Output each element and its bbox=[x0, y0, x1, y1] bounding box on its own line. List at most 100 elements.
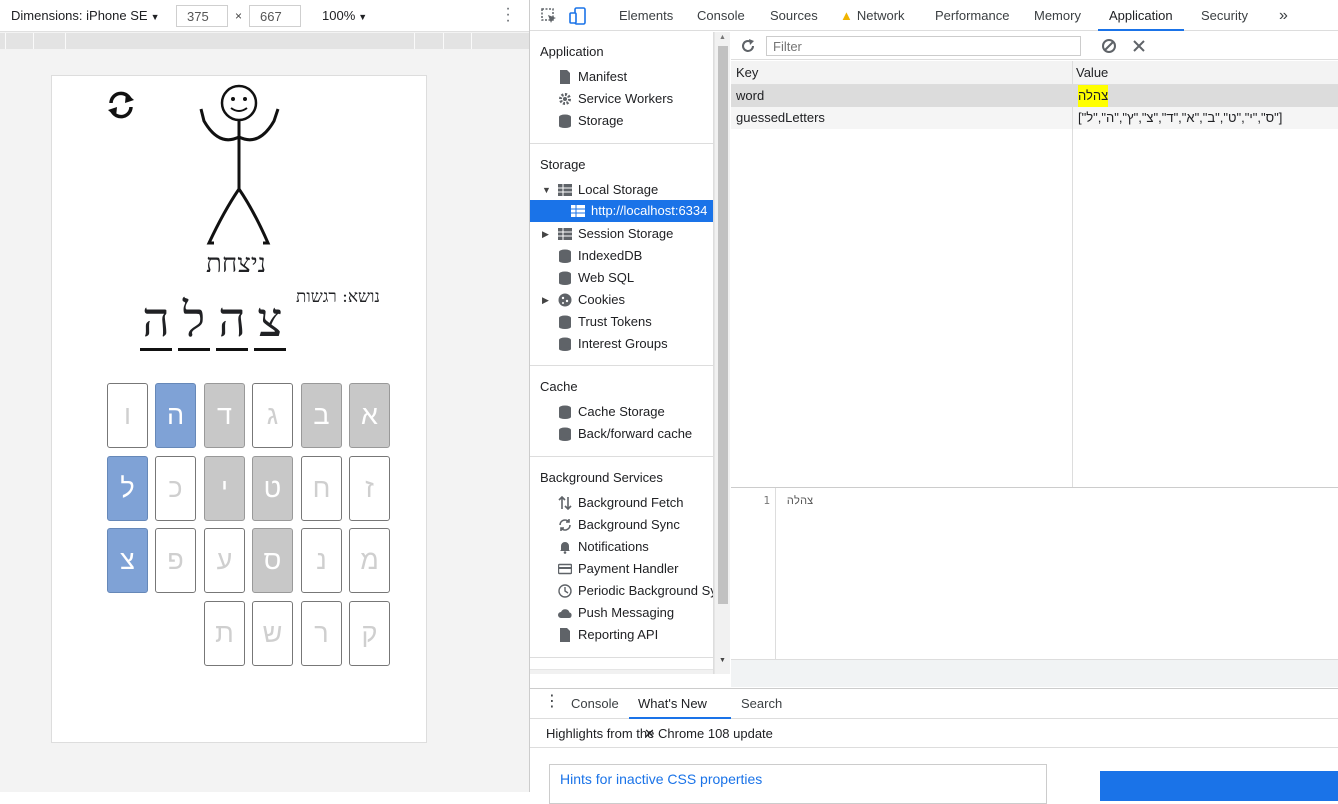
sidebar-item-cache-storage[interactable]: Cache Storage bbox=[578, 401, 665, 423]
value-preview: 1 צהלה bbox=[731, 487, 1338, 660]
sidebar-item-background-fetch[interactable]: Background Fetch bbox=[578, 492, 684, 514]
sidebar-item-back-forward-cache[interactable]: Back/forward cache bbox=[578, 423, 692, 445]
more-tabs-icon[interactable]: » bbox=[1279, 0, 1288, 31]
sidebar-item-trust-tokens[interactable]: Trust Tokens bbox=[578, 311, 652, 333]
scroll-right-icon[interactable]: ▶ bbox=[702, 673, 707, 674]
sidebar-item-session-storage[interactable]: Session Storage bbox=[578, 223, 673, 245]
letter-key[interactable]: ר bbox=[301, 601, 342, 666]
media-query-ruler[interactable] bbox=[0, 33, 529, 49]
table-row[interactable]: word צהלה bbox=[731, 85, 1338, 107]
letter-key[interactable]: ט bbox=[252, 456, 293, 521]
letter-key[interactable]: ג bbox=[252, 383, 293, 448]
tab-elements[interactable]: Elements bbox=[619, 0, 673, 31]
sidebar-header-application: Application bbox=[540, 44, 604, 59]
device-dimensions-dropdown[interactable]: Dimensions: iPhone SE ▼ bbox=[11, 8, 160, 23]
database-icon bbox=[559, 405, 571, 419]
scroll-left-icon[interactable]: ◀ bbox=[533, 673, 538, 674]
letter-key[interactable]: כ bbox=[155, 456, 196, 521]
scroll-up-icon[interactable]: ▲ bbox=[719, 34, 726, 41]
key-column-header[interactable]: Key bbox=[736, 65, 758, 80]
letter-key[interactable]: פ bbox=[155, 528, 196, 593]
sidebar-item-localhost[interactable]: http://localhost:6334 bbox=[530, 200, 713, 222]
device-toolbar: Dimensions: iPhone SE▼ × 100%▼ ··· bbox=[0, 0, 529, 32]
letter-key[interactable]: ח bbox=[301, 456, 342, 521]
hint-card-link[interactable]: Hints for inactive CSS properties bbox=[549, 764, 1047, 804]
sidebar-divider bbox=[530, 143, 713, 144]
sidebar-item-service-workers[interactable]: Service Workers bbox=[578, 88, 673, 110]
more-options-icon[interactable]: · · · bbox=[500, 1, 516, 29]
collapsed-arrow-icon[interactable]: ▶ bbox=[542, 229, 549, 240]
letter-key[interactable]: ע bbox=[204, 528, 245, 593]
sidebar-item-push-messaging[interactable]: Push Messaging bbox=[578, 602, 674, 624]
result-text: ניצחת bbox=[206, 249, 267, 279]
letter-key[interactable]: ב bbox=[301, 383, 342, 448]
tab-performance[interactable]: Performance bbox=[935, 0, 1009, 31]
device-emulation-pane: Dimensions: iPhone SE▼ × 100%▼ ··· bbox=[0, 0, 529, 792]
letter-key[interactable]: צ bbox=[107, 528, 148, 593]
tab-network[interactable]: ▲ Network bbox=[840, 0, 905, 31]
delete-selected-icon[interactable] bbox=[1131, 38, 1147, 54]
devtools-panel: Elements Console Sources ▲ Network Perfor… bbox=[529, 0, 1338, 804]
letter-key[interactable]: ת bbox=[204, 601, 245, 666]
warning-icon: ▲ bbox=[840, 8, 853, 23]
tab-application[interactable]: Application bbox=[1098, 0, 1184, 31]
database-icon bbox=[559, 114, 571, 128]
letter-key[interactable]: א bbox=[349, 383, 390, 448]
sidebar-item-indexeddb[interactable]: IndexedDB bbox=[578, 245, 642, 267]
column-divider[interactable] bbox=[1072, 61, 1073, 487]
tab-memory[interactable]: Memory bbox=[1034, 0, 1081, 31]
device-viewport: ניצחת נושא: רגשות צ ה ל ה א ב ג ד ה ו ז … bbox=[51, 75, 427, 743]
sidebar-item-manifest[interactable]: Manifest bbox=[578, 66, 627, 88]
sidebar-item-background-sync[interactable]: Background Sync bbox=[578, 514, 680, 536]
letter-key[interactable]: ס bbox=[252, 528, 293, 593]
letter-key[interactable]: ש bbox=[252, 601, 293, 666]
scrollbar-thumb[interactable] bbox=[718, 46, 728, 604]
sidebar-item-cookies[interactable]: Cookies bbox=[578, 289, 625, 311]
letter-key[interactable]: ל bbox=[107, 456, 148, 521]
drawer-tab-whats-new[interactable]: What's New ✕ bbox=[629, 689, 731, 741]
zoom-dropdown[interactable]: 100% ▼ bbox=[322, 8, 367, 23]
promo-video-thumbnail[interactable] bbox=[1100, 771, 1338, 801]
storage-view: Key Value word צהלה guessedLetters ["ס",… bbox=[731, 32, 1338, 687]
sidebar-item-local-storage[interactable]: Local Storage bbox=[578, 179, 658, 201]
width-input[interactable] bbox=[176, 5, 228, 27]
collapsed-arrow-icon[interactable]: ▶ bbox=[542, 295, 549, 306]
tab-security[interactable]: Security bbox=[1201, 0, 1248, 31]
zoom-label: 100% bbox=[322, 8, 356, 23]
letter-key[interactable]: י bbox=[204, 456, 245, 521]
expanded-arrow-icon[interactable]: ▼ bbox=[542, 185, 551, 195]
inspect-element-icon[interactable] bbox=[540, 7, 558, 25]
drawer-menu-icon[interactable]: ⋮ bbox=[544, 689, 560, 719]
sidebar-item-web-sql[interactable]: Web SQL bbox=[578, 267, 634, 289]
sidebar-vertical-scrollbar[interactable]: ▲ ▼ bbox=[714, 32, 730, 674]
refresh-icon[interactable] bbox=[104, 88, 138, 122]
refresh-icon[interactable] bbox=[740, 38, 756, 54]
scroll-down-icon[interactable]: ▼ bbox=[719, 657, 726, 664]
drawer-tab-console[interactable]: Console bbox=[571, 689, 619, 719]
tab-console[interactable]: Console bbox=[697, 0, 745, 31]
letter-key[interactable]: ז bbox=[349, 456, 390, 521]
table-row[interactable]: guessedLetters ["ס","י","ט","ב","א","ד",… bbox=[731, 107, 1338, 129]
sidebar-item-notifications[interactable]: Notifications bbox=[578, 536, 649, 558]
device-toggle-icon[interactable] bbox=[569, 7, 587, 25]
letter-key[interactable]: ה bbox=[155, 383, 196, 448]
value-column-header[interactable]: Value bbox=[1076, 65, 1108, 80]
sidebar-item-storage[interactable]: Storage bbox=[578, 110, 624, 132]
storage-toolbar bbox=[731, 32, 1338, 60]
sidebar-item-interest-groups[interactable]: Interest Groups bbox=[578, 333, 668, 355]
letter-key[interactable]: נ bbox=[301, 528, 342, 593]
clear-all-icon[interactable] bbox=[1101, 38, 1117, 54]
tab-sources[interactable]: Sources bbox=[770, 0, 818, 31]
filter-input[interactable] bbox=[766, 36, 1081, 56]
letter-key[interactable]: ק bbox=[349, 601, 390, 666]
sidebar-item-payment-handler[interactable]: Payment Handler bbox=[578, 558, 678, 580]
height-input[interactable] bbox=[249, 5, 301, 27]
sidebar-item-periodic-background-sync[interactable]: Periodic Background Sy bbox=[578, 580, 713, 602]
sidebar-horizontal-scrollbar[interactable]: ◀ ▶ bbox=[530, 669, 713, 674]
letter-key[interactable]: ו bbox=[107, 383, 148, 448]
letter-key[interactable]: מ bbox=[349, 528, 390, 593]
row-value: צהלה bbox=[1078, 85, 1109, 107]
sidebar-item-reporting-api[interactable]: Reporting API bbox=[578, 624, 658, 646]
letter-key[interactable]: ד bbox=[204, 383, 245, 448]
drawer-tab-search[interactable]: Search bbox=[741, 689, 782, 719]
